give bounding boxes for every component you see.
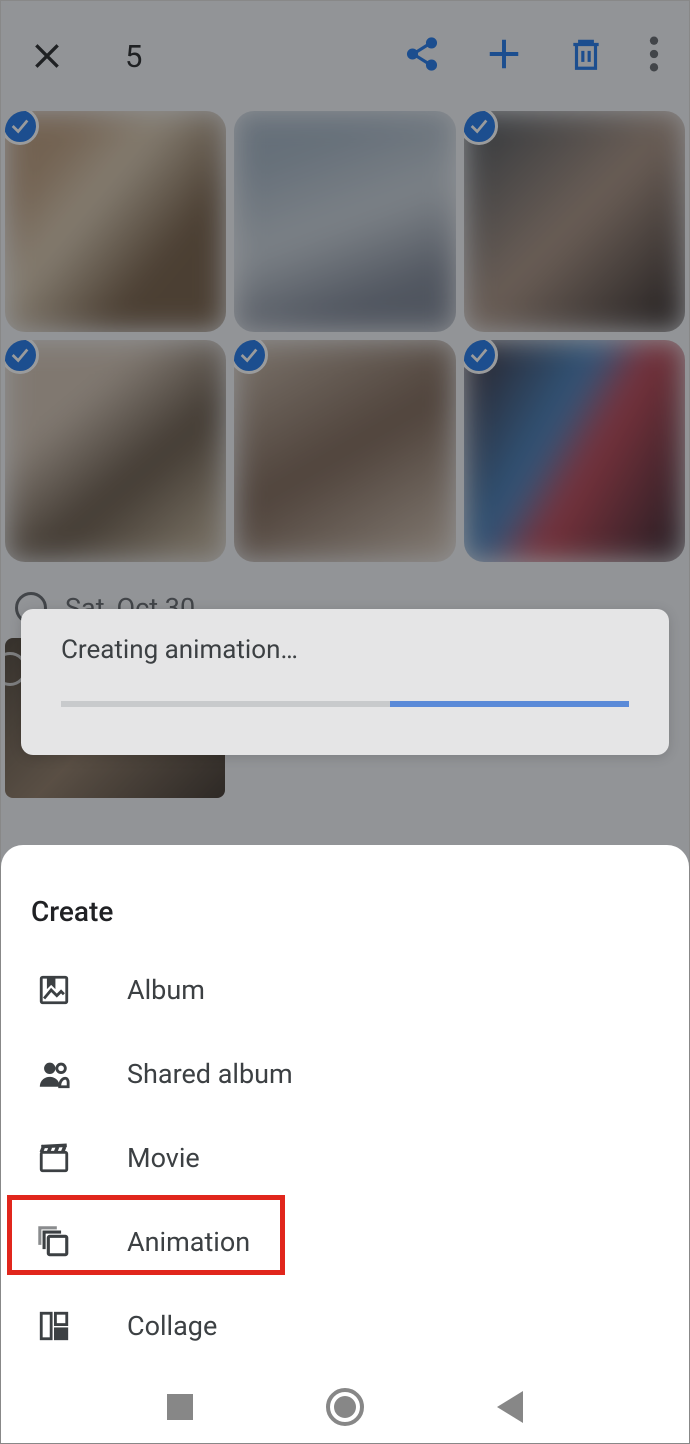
sheet-title: Create bbox=[1, 895, 689, 948]
menu-label: Album bbox=[127, 974, 205, 1006]
home-button[interactable] bbox=[326, 1388, 364, 1426]
create-collage-item[interactable]: Collage bbox=[1, 1284, 689, 1368]
progress-bar bbox=[61, 701, 629, 707]
back-button[interactable] bbox=[497, 1391, 523, 1423]
movie-icon bbox=[37, 1141, 71, 1175]
menu-label: Collage bbox=[127, 1310, 217, 1342]
animation-icon bbox=[37, 1225, 71, 1259]
progress-toast: Creating animation… bbox=[21, 609, 669, 755]
recent-apps-button[interactable] bbox=[167, 1394, 193, 1420]
create-album-item[interactable]: Album bbox=[1, 948, 689, 1032]
create-animation-item[interactable]: Animation bbox=[1, 1200, 689, 1284]
progress-fill bbox=[390, 701, 629, 707]
android-nav-bar bbox=[1, 1371, 689, 1443]
create-shared-album-item[interactable]: Shared album bbox=[1, 1032, 689, 1116]
create-bottom-sheet: Create Album Shared album Movie Animatio… bbox=[1, 845, 689, 1443]
menu-label: Shared album bbox=[127, 1058, 293, 1090]
shared-album-icon bbox=[37, 1057, 71, 1091]
toast-message: Creating animation… bbox=[61, 635, 629, 665]
menu-label: Animation bbox=[127, 1226, 250, 1258]
album-icon bbox=[37, 973, 71, 1007]
collage-icon bbox=[37, 1309, 71, 1343]
menu-label: Movie bbox=[127, 1142, 200, 1174]
create-movie-item[interactable]: Movie bbox=[1, 1116, 689, 1200]
